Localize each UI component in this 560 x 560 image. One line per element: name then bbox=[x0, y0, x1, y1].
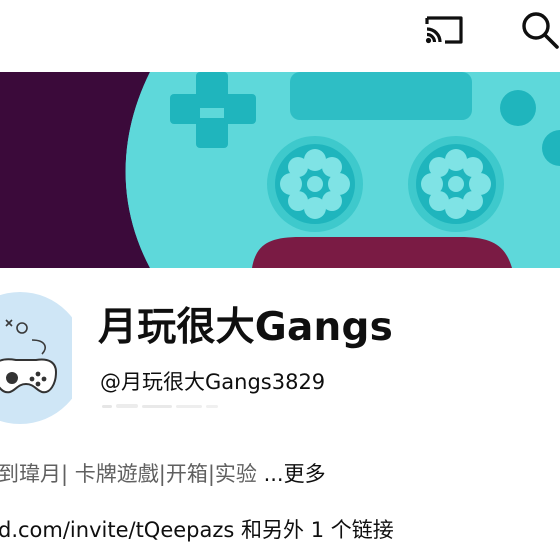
channel-links[interactable]: d.com/invite/tQeepazs 和另外 1 个链接 bbox=[0, 514, 394, 544]
cast-icon bbox=[425, 16, 463, 44]
left-stick-graphic bbox=[267, 136, 363, 232]
description-text: 到瑋月| 卡牌遊戲|开箱|实验 bbox=[0, 462, 264, 486]
cast-button[interactable] bbox=[412, 0, 476, 60]
channel-handle: @月玩很大Gangs3829 bbox=[100, 370, 326, 394]
banner-artwork bbox=[0, 72, 560, 268]
top-app-bar bbox=[0, 0, 560, 72]
search-button[interactable] bbox=[508, 0, 560, 60]
channel-name: 月玩很大Gangs bbox=[98, 305, 394, 350]
channel-avatar[interactable] bbox=[0, 288, 72, 428]
channel-page: 月玩很大Gangs @月玩很大Gangs3829 到瑋月| 卡牌遊戲|开箱|实验… bbox=[0, 0, 560, 560]
more-link[interactable]: ...更多 bbox=[264, 462, 326, 486]
channel-link-url[interactable]: d.com/invite/tQeepazs bbox=[0, 518, 234, 542]
search-icon bbox=[522, 12, 559, 49]
channel-stats-placeholder bbox=[102, 404, 218, 408]
more-links-label[interactable]: 和另外 1 个链接 bbox=[234, 518, 394, 542]
right-stick-graphic bbox=[408, 136, 504, 232]
channel-banner bbox=[0, 72, 560, 268]
channel-description[interactable]: 到瑋月| 卡牌遊戲|开箱|实验 ...更多 bbox=[0, 458, 326, 488]
